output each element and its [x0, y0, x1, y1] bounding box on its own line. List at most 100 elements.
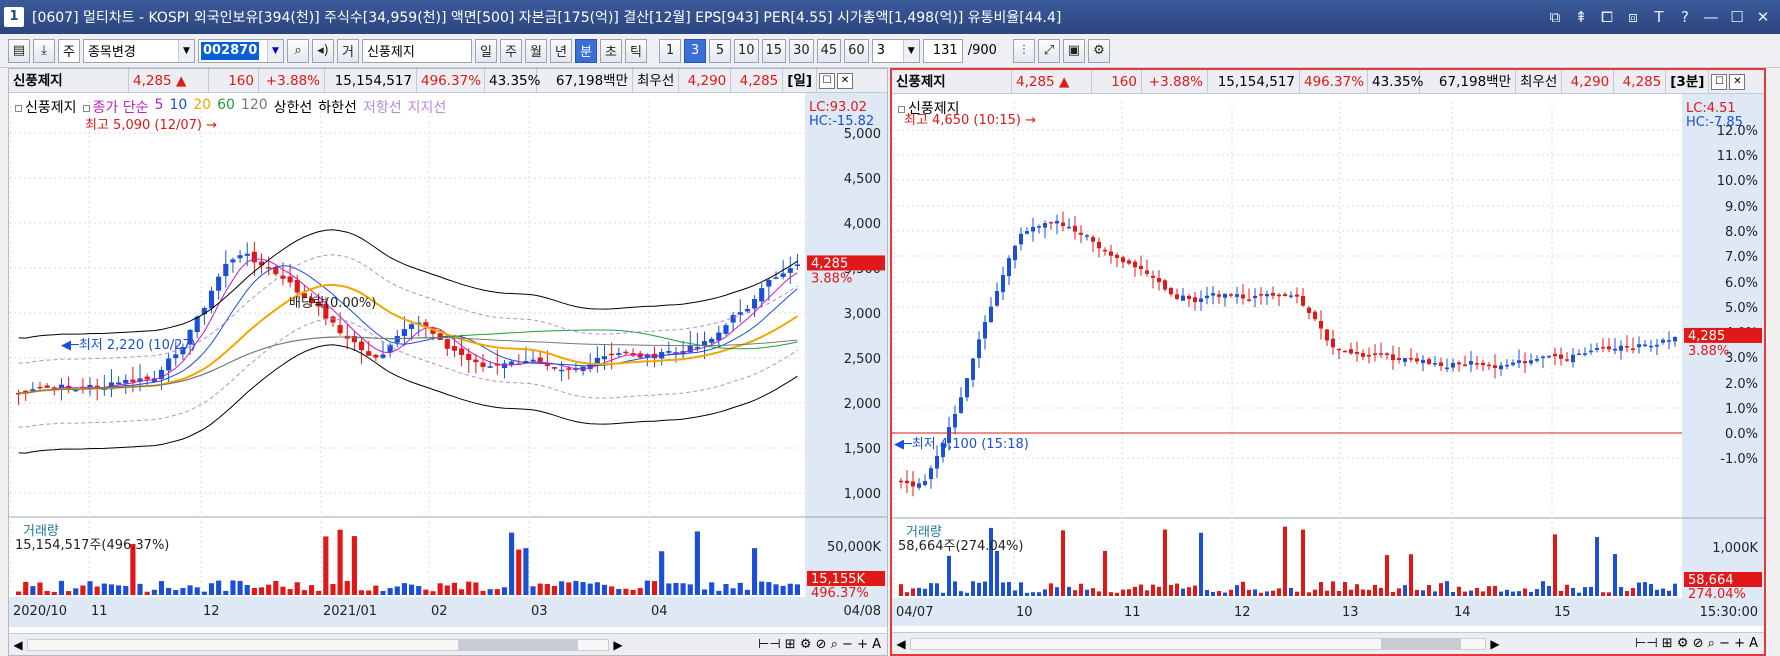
- interval-10[interactable]: 10: [733, 38, 759, 63]
- candle-body: [1091, 237, 1095, 242]
- chart-scrollbar[interactable]: ◀ ▶ ⊢⊣ ⊞ ⚙ ⊘ ⌕ − + A: [892, 632, 1764, 654]
- legend-stock[interactable]: 신풍제지: [908, 101, 960, 117]
- candle-body: [959, 397, 963, 413]
- legend-ma10[interactable]: 10: [169, 97, 187, 117]
- chart-scrollbar[interactable]: ◀ ▶ ⊢⊣ ⊞ ⚙ ⊘ ⌕ − + A: [9, 633, 887, 655]
- candle-body: [330, 316, 336, 323]
- legend-lower[interactable]: 하한선: [318, 97, 357, 117]
- layout-icon[interactable]: ▤: [8, 38, 30, 63]
- volume-bar: [409, 584, 415, 595]
- volume-bar: [1151, 584, 1155, 596]
- daily-chart-panel: 신풍제지 4,285 ▲ 160 +3.88% 15,154,517 496.3…: [8, 68, 888, 656]
- interval-60[interactable]: 60: [844, 38, 869, 63]
- volume-bar: [1463, 591, 1467, 596]
- tile-icon[interactable]: ⧠: [1598, 8, 1616, 26]
- search-icon[interactable]: ⌕: [286, 38, 309, 63]
- candle-body: [1595, 348, 1599, 350]
- cascade-icon[interactable]: ⧈: [1624, 8, 1642, 26]
- volume-bar: [166, 587, 172, 595]
- legend-ma120[interactable]: 120: [241, 97, 268, 117]
- save-icon[interactable]: ▣: [1062, 38, 1085, 63]
- candle-body: [394, 335, 400, 343]
- candle-body: [899, 480, 903, 483]
- restore-layout-icon[interactable]: ⧉: [1546, 8, 1564, 26]
- minute-chart-area[interactable]: 12.0%11.0%10.0%9.0%8.0%7.0%6.0%5.0%4.0%3…: [892, 94, 1764, 652]
- daily-chart-area[interactable]: 5,0004,5004,0003,5003,0002,5002,0001,500…: [9, 93, 887, 651]
- close-panel-icon[interactable]: ✕: [837, 72, 854, 89]
- x-tick-label: 11: [91, 604, 108, 619]
- change-stock-select[interactable]: 종목변경 ▼: [82, 38, 195, 63]
- daily-chart-svg[interactable]: 5,0004,5004,0003,5003,0002,5002,0001,500…: [9, 93, 887, 627]
- volume-bar: [451, 582, 458, 595]
- scroll-track[interactable]: [910, 637, 1486, 650]
- scroll-left-icon[interactable]: ◀: [9, 638, 27, 652]
- legend-support[interactable]: 지지선: [408, 97, 447, 117]
- market-tag[interactable]: 거: [336, 38, 359, 63]
- interval-custom-select[interactable]: 3 ▼: [871, 38, 920, 63]
- maximize-panel-icon[interactable]: ☐: [1711, 73, 1728, 90]
- maximize-panel-icon[interactable]: ☐: [819, 72, 836, 89]
- interval-30[interactable]: 30: [789, 38, 814, 63]
- candle-body: [144, 376, 150, 380]
- scroll-thumb[interactable]: [458, 639, 578, 650]
- stock-name-field[interactable]: 신풍제지: [361, 38, 472, 63]
- download-icon[interactable]: ⤓: [33, 38, 55, 63]
- interval-45[interactable]: 45: [816, 38, 842, 63]
- font-size-icon[interactable]: T: [1650, 8, 1668, 26]
- scroll-left-icon[interactable]: ◀: [892, 637, 910, 651]
- close-panel-icon[interactable]: ✕: [1729, 73, 1746, 90]
- candle-body: [1211, 293, 1215, 296]
- scroll-track[interactable]: [27, 638, 609, 651]
- zoom-icons[interactable]: ⊢⊣ ⊞ ⚙ ⊘ ⌕ − + A: [627, 637, 887, 652]
- candle-body: [1547, 355, 1551, 358]
- drawing-icon[interactable]: ⤢: [1037, 38, 1060, 63]
- legend-ma-label[interactable]: 종가 단순: [93, 100, 149, 116]
- legend-resistance[interactable]: 저항선: [363, 97, 402, 117]
- zoom-icons[interactable]: ⊢⊣ ⊞ ⚙ ⊘ ⌕ − + A: [1504, 636, 1764, 651]
- legend-ma60[interactable]: 60: [217, 97, 235, 117]
- interval-1[interactable]: 1: [658, 38, 681, 63]
- period-day[interactable]: 일: [474, 38, 497, 63]
- scroll-right-icon[interactable]: ▶: [609, 638, 627, 652]
- candle-body: [1115, 254, 1119, 258]
- period-week[interactable]: 주: [499, 38, 522, 63]
- legend-stock[interactable]: 신풍제지: [25, 100, 77, 116]
- help-icon[interactable]: ?: [1676, 8, 1694, 26]
- stock-code-input[interactable]: 002870 ▼: [197, 38, 284, 63]
- minute-chart-svg[interactable]: 12.0%11.0%10.0%9.0%8.0%7.0%6.0%5.0%4.0%3…: [892, 94, 1764, 628]
- interval-15[interactable]: 15: [761, 38, 787, 63]
- period-tick[interactable]: 틱: [624, 38, 647, 63]
- volume-bar: [580, 582, 586, 595]
- view-count-input[interactable]: 131: [922, 38, 963, 63]
- volume-bar: [1277, 588, 1281, 596]
- gear-icon[interactable]: ⚙: [1087, 38, 1110, 63]
- indicator-icon[interactable]: ⫶: [1012, 38, 1035, 63]
- sound-icon[interactable]: ◂): [311, 38, 334, 63]
- legend-upper[interactable]: 상한선: [274, 97, 313, 117]
- candle-body: [1607, 346, 1611, 350]
- candle-body: [666, 351, 672, 353]
- legend-ma20[interactable]: 20: [193, 97, 211, 117]
- maximize-button[interactable]: ☐: [1728, 8, 1746, 26]
- scroll-right-icon[interactable]: ▶: [1486, 637, 1504, 651]
- mode-select[interactable]: 주: [58, 38, 80, 63]
- legend-ma5[interactable]: 5: [155, 97, 164, 117]
- minimize-button[interactable]: —: [1702, 8, 1720, 26]
- scroll-thumb[interactable]: [1381, 638, 1461, 649]
- volume-bar: [516, 549, 522, 595]
- period-year[interactable]: 년: [549, 38, 572, 63]
- volume-bar: [1073, 590, 1077, 596]
- candle-body: [1043, 223, 1047, 228]
- close-button[interactable]: ✕: [1754, 8, 1772, 26]
- volume-bar: [1559, 590, 1563, 596]
- period-minute[interactable]: 분: [574, 38, 597, 63]
- pin-top-icon[interactable]: ⇞: [1572, 8, 1590, 26]
- volume-bar: [1421, 590, 1425, 596]
- period-second[interactable]: 초: [599, 38, 622, 63]
- period-month[interactable]: 월: [524, 38, 547, 63]
- candle-body: [266, 267, 272, 269]
- interval-3[interactable]: 3: [683, 38, 706, 63]
- volume-bar: [929, 583, 933, 596]
- interval-5[interactable]: 5: [708, 38, 731, 63]
- candle-body: [1307, 307, 1311, 313]
